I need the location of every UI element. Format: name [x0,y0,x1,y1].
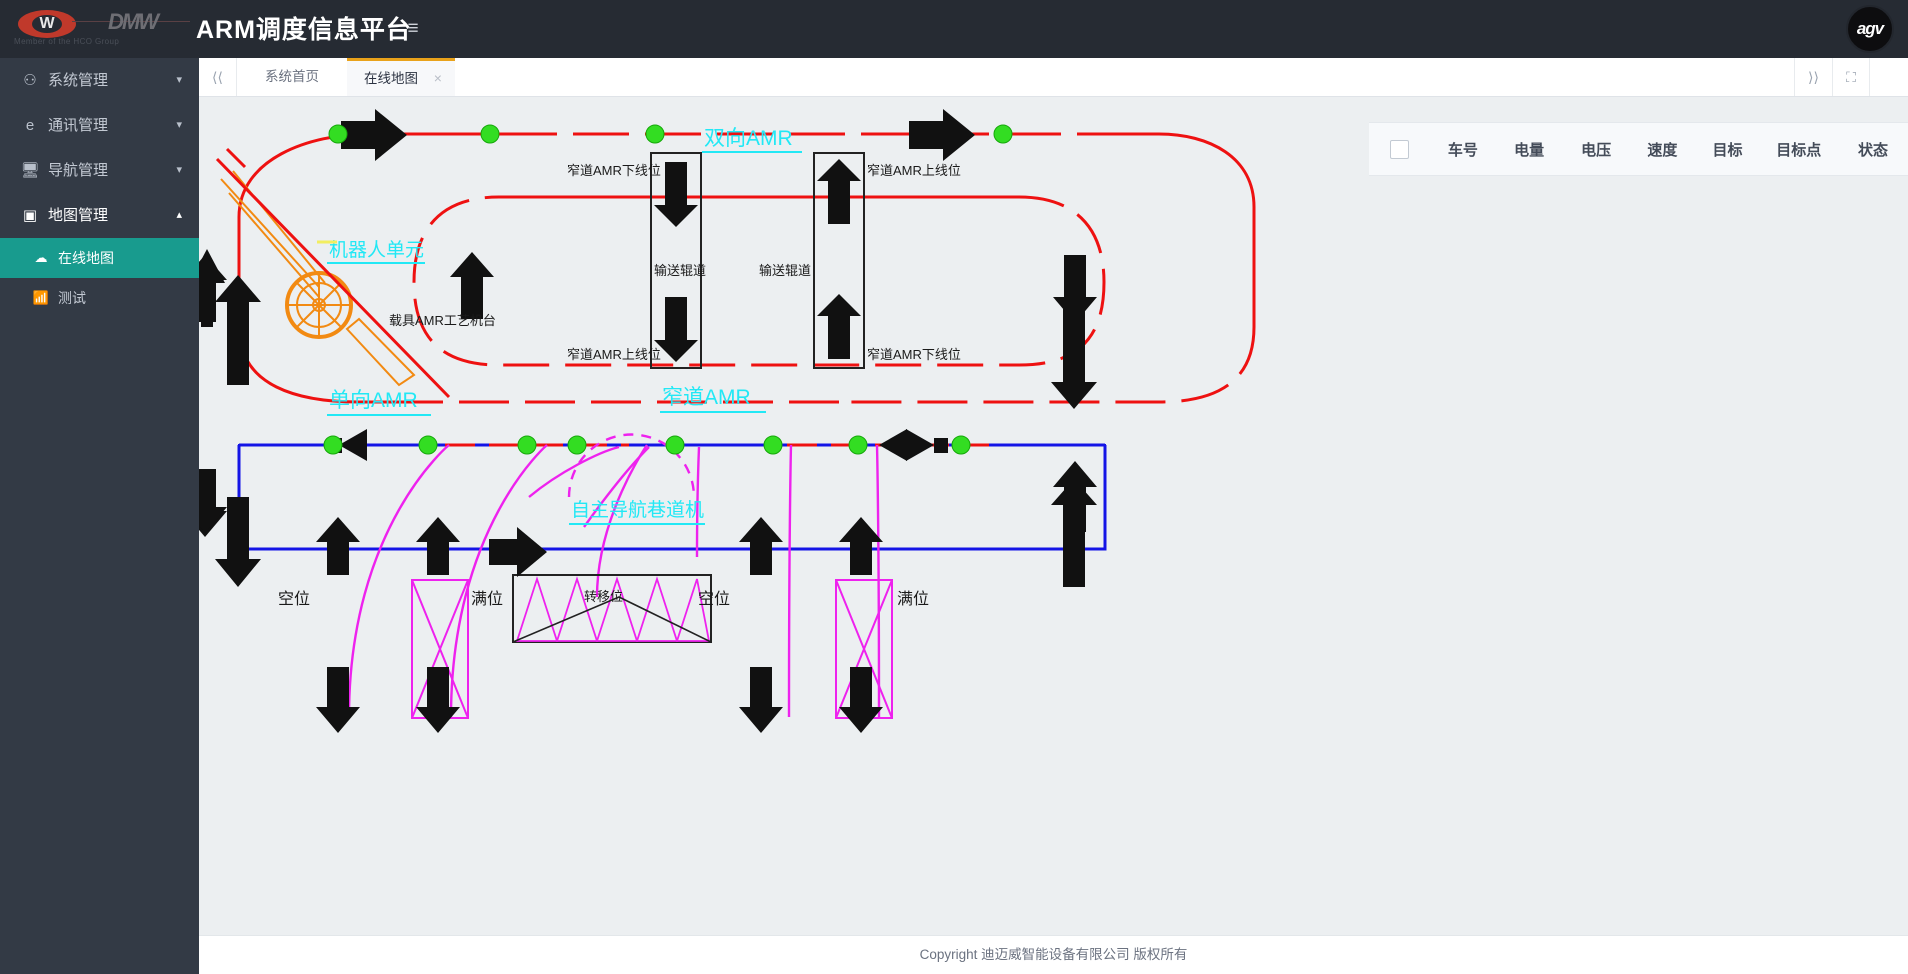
map-label: 输送辊道 [759,263,811,278]
company-logo: W DMW Member of the HCO Group [10,4,190,54]
sidebar-item-test[interactable]: 📶 测试 [0,278,199,318]
select-all-checkbox[interactable] [1390,139,1410,159]
map-label-cyan: 双向AMR [704,127,793,150]
chevron-up-icon: ▴ [176,209,182,221]
map-label: 窄道AMR上线位 [867,163,961,178]
edge-browser-icon: e [25,117,35,134]
map-label: 输送辊道 [654,263,706,278]
table-header-speed[interactable]: 速度 [1629,122,1696,176]
tab-bar: ⟨⟨ 系统首页 在线地图 × ⟩⟩ ⛶ [199,58,1908,97]
map-label-cyan: 单向AMR [329,389,418,412]
conveyor-box-left [650,152,702,369]
close-icon[interactable]: × [434,70,442,86]
map-label: 满位 [897,590,929,608]
vehicle-table: 车号 电量 电压 速度 目标 目标点 状态 [1369,122,1908,176]
sidebar-item-label: 在线地图 [58,250,114,266]
blue-route [237,443,1107,551]
cloud-icon: ☁ [34,250,48,265]
double-chevron-right-icon[interactable]: ⟩⟩ [1794,58,1832,96]
map-label: 空位 [698,590,730,608]
monitor-icon: 🖥 [20,162,40,179]
tab-label: 系统首页 [265,69,319,84]
sidebar-item-label: 导航管理 [48,162,109,179]
map-icon: ▣ [22,207,38,224]
footer-copyright: Copyright 迪迈威智能设备有限公司 版权所有 [919,947,1188,962]
table-header-target[interactable]: 目标 [1695,122,1760,176]
logo-mark-letter: W [39,15,55,32]
transfer-rack [512,574,712,643]
sidebar-item-map[interactable]: ▣ 地图管理 ▴ [0,193,199,238]
map-label: 空位 [278,590,310,608]
sidebar-item-navigation[interactable]: 🖥 导航管理 ▾ [0,148,199,193]
table-header-select [1369,122,1431,176]
map-label: 载具AMR工艺机台 [389,313,496,328]
table-header-car-no[interactable]: 车号 [1430,122,1496,176]
conveyor-box-right [813,152,865,369]
table-header-status[interactable]: 状态 [1837,122,1908,176]
logo-subtitle: Member of the HCO Group [14,37,120,46]
map-label-cyan: 自主导航巷道机 [571,499,704,521]
table-header-target-point[interactable]: 目标点 [1759,122,1838,176]
chevron-down-icon: ▾ [176,74,182,86]
chevron-down-icon: ▾ [176,164,182,176]
sidebar-item-communication[interactable]: e 通讯管理 ▾ [0,103,199,148]
map-label: 窄道AMR上线位 [567,347,661,362]
page-title: ARM调度信息平台 [196,16,412,44]
map-label: 窄道AMR下线位 [567,163,661,178]
red-route-inner [412,195,1106,367]
sidebar-item-label: 系统管理 [48,72,109,89]
content-area: 双向AMR 机器人单元 单向AMR 窄道AMR 自主导航巷道机 窄道AMR下线位… [199,97,1908,935]
robot-unit [220,170,416,387]
app-root: W DMW Member of the HCO Group ARM调度信息平台 … [0,0,1908,974]
online-map-canvas[interactable]: 双向AMR 机器人单元 单向AMR 窄道AMR 自主导航巷道机 窄道AMR下线位… [199,97,1379,935]
map-label-cyan: 窄道AMR [662,386,751,409]
sidebar-item-system[interactable]: ⚇ 系统管理 ▾ [0,58,199,103]
avatar[interactable]: agv [1846,5,1894,53]
fullscreen-icon[interactable]: ⛶ [1832,58,1870,96]
sidebar-item-label: 测试 [58,290,86,306]
tab-online-map[interactable]: 在线地图 × [347,58,455,96]
right-up-arrow-lower [1051,479,1097,587]
top-header-bar: W DMW Member of the HCO Group ARM调度信息平台 … [0,0,1908,58]
red-route-outer [237,132,1256,404]
chevron-down-icon: ▾ [176,119,182,131]
table-header-voltage[interactable]: 电压 [1563,122,1630,176]
map-label: 窄道AMR下线位 [867,347,961,362]
flow-arrows [199,109,1097,733]
share-nodes-icon: ⚇ [23,72,37,89]
sidebar-item-label: 通讯管理 [48,117,109,134]
avatar-label: agv [1856,19,1884,38]
menu-collapse-icon[interactable]: ≡ [400,16,426,42]
right-down-arrow [1051,302,1097,409]
tab-home[interactable]: 系统首页 [237,58,347,96]
map-label-cyan: 机器人单元 [329,239,424,261]
tab-label: 在线地图 [364,71,419,86]
sidebar-item-online-map[interactable]: ☁ 在线地图 [0,238,199,278]
map-label: 满位 [471,590,503,608]
footer: Copyright 迪迈威智能设备有限公司 版权所有 [199,935,1908,974]
table-header-battery[interactable]: 电量 [1495,122,1564,176]
logo-wordmark: DMW [108,10,159,34]
sidebar: ⚇ 系统管理 ▾ e 通讯管理 ▾ 🖥 导航管理 ▾ ▣ 地图管理 ▴ ☁ 在线… [0,58,199,974]
sidebar-item-label: 地图管理 [48,207,109,224]
vehicle-table-panel: 车号 电量 电压 速度 目标 目标点 状态 [1369,122,1908,182]
table-header-row: 车号 电量 电压 速度 目标 目标点 状态 [1369,122,1908,176]
logo-mark-icon: W [18,10,80,38]
signal-icon: 📶 [32,290,50,305]
map-label: 转移位 [584,589,623,604]
double-chevron-left-icon[interactable]: ⟨⟨ [199,58,237,96]
